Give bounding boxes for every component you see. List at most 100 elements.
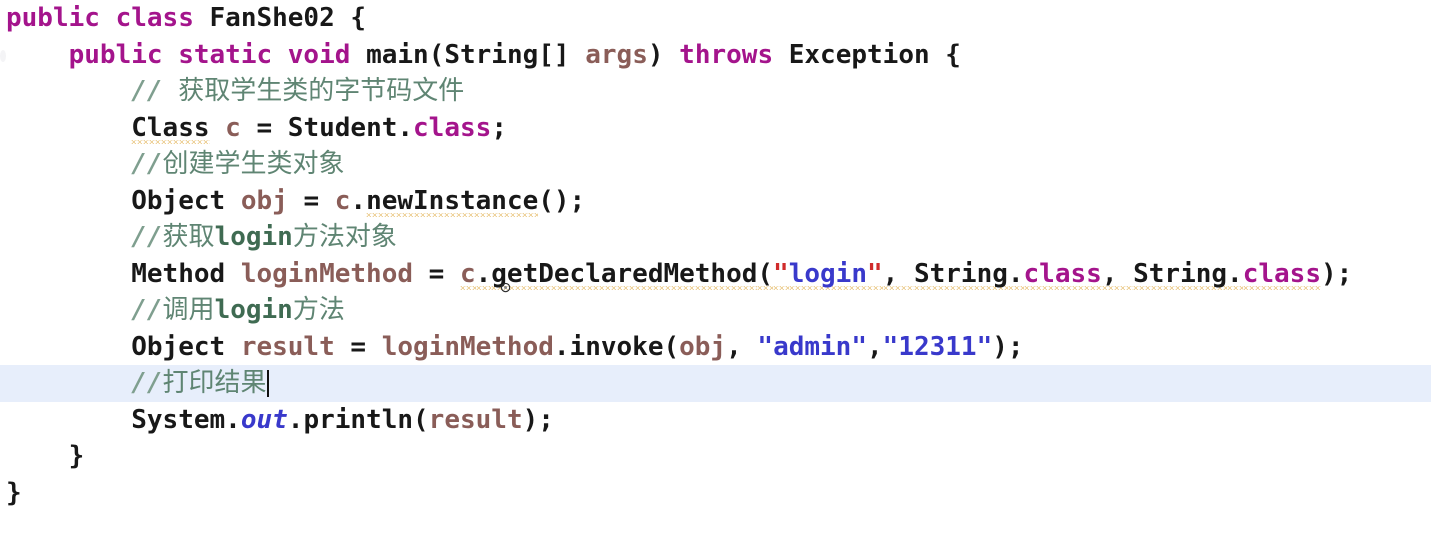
- token-rparen-semicolon: );: [1320, 258, 1353, 289]
- token-comment-text: 打印结果: [162, 368, 267, 398]
- token-string-admin: admin: [773, 331, 852, 362]
- token-keyword-void: void: [287, 39, 351, 70]
- token-comment-slashes: //: [131, 295, 163, 325]
- token-keyword-public: public: [68, 39, 163, 70]
- token-type-string: String: [444, 39, 539, 70]
- code-line-6[interactable]: Object obj = c.newInstance();: [0, 183, 1431, 220]
- token-variable-obj: obj: [240, 185, 288, 216]
- token-assign: =: [428, 258, 445, 289]
- code-line-3[interactable]: // 获取学生类的字节码文件: [0, 73, 1431, 110]
- token-string-quote-close: ": [976, 331, 993, 362]
- token-class-name: FanShe02: [209, 3, 335, 33]
- token-variable-result: result: [240, 331, 335, 362]
- token-string-quote-open: ": [773, 258, 789, 289]
- token-keyword-class: class: [115, 3, 194, 33]
- token-method-invoke: invoke: [569, 331, 664, 362]
- code-line-14[interactable]: }: [0, 475, 1431, 512]
- token-keyword-class: class: [1023, 258, 1102, 289]
- code-lines-container[interactable]: public class FanShe02 { public static vo…: [0, 0, 1431, 511]
- code-line-10[interactable]: Object result = loginMethod.invoke(obj, …: [0, 329, 1431, 366]
- token-type-string: String: [1133, 258, 1228, 289]
- token-type-student: Student: [287, 112, 398, 143]
- token-comma: ,: [867, 331, 883, 362]
- token-type-string: String: [913, 258, 1008, 289]
- token-dot: .: [287, 404, 304, 435]
- token-rparen: ): [647, 39, 664, 70]
- token-static-field-out: out: [240, 404, 288, 435]
- code-line-7[interactable]: //获取login方法对象: [0, 219, 1431, 256]
- token-lparen: (: [757, 258, 774, 289]
- token-variable-result: result: [428, 404, 523, 435]
- token-comment-slashes: //: [131, 149, 163, 179]
- token-type-system: System: [131, 404, 226, 435]
- token-variable-obj: obj: [679, 331, 727, 362]
- token-comment-text-pre: 获取: [162, 222, 215, 252]
- token-type-method: Method: [131, 258, 226, 289]
- token-method-newinstance: newInstance: [366, 185, 539, 216]
- token-assign: =: [256, 112, 273, 143]
- code-editor[interactable]: public class FanShe02 { public static vo…: [0, 0, 1431, 547]
- token-keyword-throws: throws: [679, 39, 774, 70]
- token-close-brace: }: [68, 441, 85, 471]
- token-type-exception: Exception: [788, 39, 930, 70]
- token-type-object: Object: [131, 331, 226, 362]
- code-line-13[interactable]: }: [0, 438, 1431, 475]
- token-comma: ,: [726, 331, 758, 362]
- token-rparen-semicolon: );: [522, 404, 554, 435]
- token-type-class: Class: [131, 112, 210, 143]
- token-method-main: main: [366, 39, 429, 70]
- code-line-12[interactable]: System.out.println(result);: [0, 402, 1431, 439]
- token-comment-text-post: 方法: [292, 295, 345, 325]
- token-dot: .: [1007, 258, 1024, 289]
- token-semicolon: ;: [491, 112, 507, 143]
- token-keyword-static: static: [178, 39, 273, 70]
- code-line-8[interactable]: Method loginMethod = c.getDeclaredMethod…: [0, 256, 1431, 293]
- token-dot: .: [225, 404, 241, 435]
- token-method-println: println: [303, 404, 414, 435]
- token-variable-c: c: [334, 185, 351, 216]
- token-string-quote-close: ": [851, 331, 867, 362]
- token-lparen: (: [413, 404, 429, 435]
- token-array-brackets: []: [538, 39, 570, 70]
- token-comment-text: 创建学生类对象: [162, 149, 345, 179]
- token-rparen-semicolon: );: [992, 331, 1024, 362]
- token-variable-loginmethod: loginMethod: [381, 331, 554, 362]
- code-line-9[interactable]: //调用login方法: [0, 292, 1431, 329]
- token-comment-keyword-login: login: [214, 222, 293, 252]
- token-string-quote-close: ": [866, 258, 883, 289]
- token-keyword-class: class: [413, 112, 492, 143]
- code-line-2[interactable]: public static void main(String[] args) t…: [0, 37, 1431, 74]
- token-comment-keyword-login: login: [214, 295, 293, 325]
- code-line-1[interactable]: public class FanShe02 {: [0, 0, 1431, 37]
- token-string-quote-open: ": [882, 331, 899, 362]
- code-line-11-current[interactable]: //打印结果: [0, 365, 1431, 402]
- token-variable-loginmethod: loginMethod: [240, 258, 413, 289]
- code-line-4[interactable]: Class c = Student.class;: [0, 110, 1431, 147]
- token-method-getdeclaredmethod: getDeclaredMethod: [491, 258, 758, 289]
- code-line-5[interactable]: //创建学生类对象: [0, 146, 1431, 183]
- token-comment-text-post: 方法对象: [292, 222, 397, 252]
